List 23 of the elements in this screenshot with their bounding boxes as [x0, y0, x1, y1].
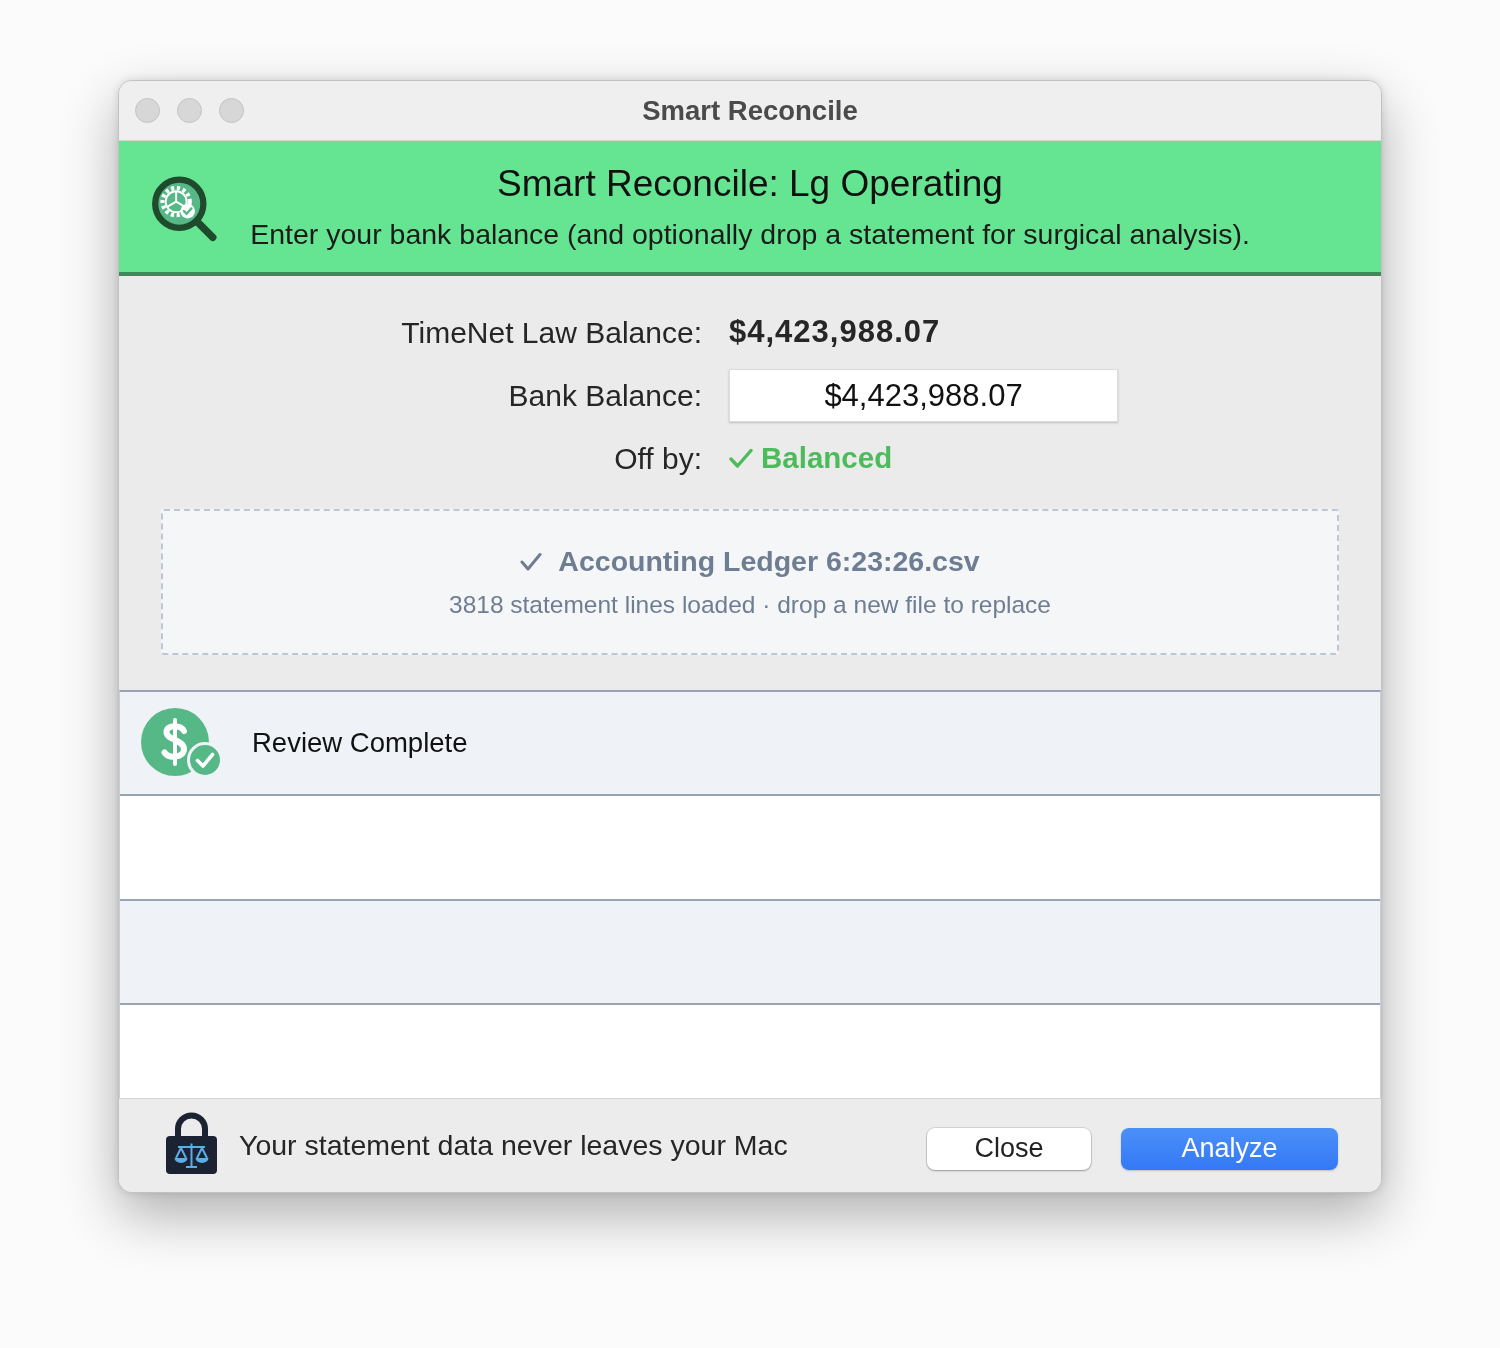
- bank-balance-field[interactable]: $4,423,988.07: [729, 369, 1118, 422]
- field-label: Off by:: [614, 441, 702, 477]
- check-icon: [729, 448, 753, 469]
- file-name: Accounting Ledger 6:23:26.csv: [558, 544, 980, 580]
- file-drop-zone[interactable]: Accounting Ledger 6:23:26.csv 3818 statement lines loaded · drop a new file to replace: [161, 509, 1339, 655]
- row-label: Review Complete: [252, 726, 468, 761]
- window-close-button[interactable]: [135, 98, 160, 123]
- privacy-note: Your statement data never leaves your Mac: [239, 1128, 788, 1164]
- window-minimize-button[interactable]: [177, 98, 202, 123]
- field-label: Bank Balance:: [508, 378, 702, 414]
- close-button[interactable]: Close: [927, 1127, 1091, 1170]
- balance-value: $4,423,988.07: [729, 313, 941, 352]
- field-label: TimeNet Law Balance:: [401, 315, 702, 351]
- window-title: Smart Reconcile: [642, 93, 858, 128]
- lock-scales-icon: [166, 1111, 217, 1174]
- status-text: Balanced: [761, 440, 893, 477]
- file-detail: 3818 statement lines loaded · drop a new file to replace: [449, 590, 1051, 620]
- header-subtitle: Enter your bank balance (and optionally drop a statement for surgical analysis).: [250, 218, 1250, 252]
- header-title: Smart Reconcile: Lg Operating: [497, 161, 1003, 206]
- dollar-check-icon: [141, 708, 223, 778]
- analyze-button[interactable]: Analyze: [1121, 1127, 1338, 1170]
- window-zoom-button[interactable]: [219, 98, 244, 123]
- magnifier-gear-icon: [151, 175, 217, 242]
